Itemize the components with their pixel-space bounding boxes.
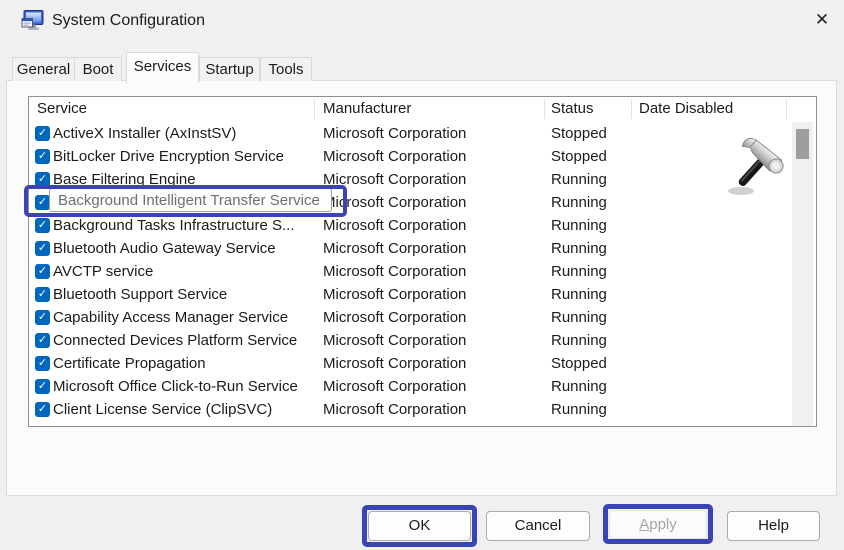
service-manufacturer: Microsoft Corporation (323, 145, 543, 168)
service-status: Running (551, 237, 636, 260)
table-row[interactable]: ✓ Client License Service (ClipSVC) Micro… (29, 398, 789, 421)
checked-checkbox-icon[interactable]: ✓ (35, 356, 50, 371)
ok-button[interactable]: OK (368, 511, 471, 541)
checked-checkbox-icon[interactable]: ✓ (35, 218, 50, 233)
window-title: System Configuration (52, 12, 205, 30)
service-name: Bluetooth Audio Gateway Service (53, 237, 319, 260)
service-status: Stopped (551, 122, 636, 145)
service-name: Client License Service (ClipSVC) (53, 398, 319, 421)
column-divider[interactable] (631, 99, 632, 119)
tab-general[interactable]: General (12, 57, 75, 81)
hammer-cursor-icon (727, 138, 791, 202)
service-manufacturer: Microsoft Corporation (323, 352, 543, 375)
column-divider[interactable] (314, 99, 315, 119)
service-status: Running (551, 375, 636, 398)
service-manufacturer: Microsoft Corporation (323, 260, 543, 283)
tab-startup[interactable]: Startup (199, 57, 260, 81)
checked-checkbox-icon[interactable]: ✓ (35, 149, 50, 164)
service-status: Running (551, 283, 636, 306)
column-header-status[interactable]: Status (551, 99, 594, 119)
msconfig-app-icon (21, 9, 45, 33)
service-status: Stopped (551, 145, 636, 168)
vertical-scrollbar[interactable] (792, 122, 813, 426)
table-row[interactable]: ✓ Capability Access Manager Service Micr… (29, 306, 789, 329)
cancel-button[interactable]: Cancel (486, 511, 590, 541)
services-table-header: Service Manufacturer Status Date Disable… (29, 97, 816, 121)
service-status: Running (551, 214, 636, 237)
service-status: Running (551, 329, 636, 352)
service-name: Background Tasks Infrastructure S... (53, 214, 319, 237)
checked-checkbox-icon[interactable]: ✓ (35, 287, 50, 302)
help-button[interactable]: Help (727, 511, 820, 541)
service-status: Stopped (551, 352, 636, 375)
checked-checkbox-icon[interactable]: ✓ (35, 195, 50, 210)
column-header-manufacturer[interactable]: Manufacturer (323, 99, 411, 119)
service-manufacturer: Microsoft Corporation (323, 122, 543, 145)
service-status: Running (551, 191, 636, 214)
service-manufacturer: Microsoft Corporation (323, 398, 543, 421)
service-manufacturer: Microsoft Corporation (323, 329, 543, 352)
column-header-date-disabled[interactable]: Date Disabled (639, 99, 733, 119)
column-header-service[interactable]: Service (37, 99, 87, 119)
service-name: Certificate Propagation (53, 352, 319, 375)
table-row[interactable]: ✓ Microsoft Office Click-to-Run Service … (29, 375, 789, 398)
tab-tools[interactable]: Tools (260, 57, 312, 81)
column-divider[interactable] (544, 99, 545, 119)
service-manufacturer: Microsoft Corporation (323, 306, 543, 329)
apply-button[interactable]: Apply (609, 510, 707, 539)
scrollbar-thumb[interactable] (796, 129, 809, 159)
service-name: BitLocker Drive Encryption Service (53, 145, 319, 168)
table-row[interactable]: ✓ ActiveX Installer (AxInstSV) Microsoft… (29, 122, 789, 145)
table-row[interactable]: ✓ Bluetooth Support Service Microsoft Co… (29, 283, 789, 306)
table-row[interactable]: ✓ AVCTP service Microsoft Corporation Ru… (29, 260, 789, 283)
system-configuration-dialog: System Configuration ✕ General Boot Serv… (0, 0, 844, 550)
checked-checkbox-icon[interactable]: ✓ (35, 310, 50, 325)
service-status: Running (551, 306, 636, 329)
service-status: Running (551, 398, 636, 421)
table-row[interactable]: ✓ Certificate Propagation Microsoft Corp… (29, 352, 789, 375)
column-divider[interactable] (786, 99, 787, 119)
close-icon[interactable]: ✕ (806, 5, 838, 35)
service-status: Running (551, 168, 636, 191)
tab-boot[interactable]: Boot (74, 57, 122, 81)
table-row[interactable]: ✓ BitLocker Drive Encryption Service Mic… (29, 145, 789, 168)
service-name: Connected Devices Platform Service (53, 329, 319, 352)
service-manufacturer: Microsoft Corporation (323, 168, 543, 191)
services-table: Service Manufacturer Status Date Disable… (28, 96, 817, 427)
service-manufacturer: Microsoft Corporation (323, 191, 543, 214)
service-name: Capability Access Manager Service (53, 306, 319, 329)
service-name: Microsoft Office Click-to-Run Service (53, 375, 319, 398)
checked-checkbox-icon[interactable]: ✓ (35, 264, 50, 279)
table-row[interactable]: ✓ Connected Devices Platform Service Mic… (29, 329, 789, 352)
tab-services[interactable]: Services (126, 52, 199, 83)
service-manufacturer: Microsoft Corporation (323, 375, 543, 398)
service-manufacturer: Microsoft Corporation (323, 214, 543, 237)
service-status: Running (551, 260, 636, 283)
service-manufacturer: Microsoft Corporation (323, 283, 543, 306)
checked-checkbox-icon[interactable]: ✓ (35, 333, 50, 348)
service-name: AVCTP service (53, 260, 319, 283)
checked-checkbox-icon[interactable]: ✓ (35, 172, 50, 187)
table-row[interactable]: ✓ Bluetooth Audio Gateway Service Micros… (29, 237, 789, 260)
service-name-tooltip: Background Intelligent Transfer Service (49, 188, 332, 212)
table-row[interactable]: ✓ Background Tasks Infrastructure S... M… (29, 214, 789, 237)
checked-checkbox-icon[interactable]: ✓ (35, 379, 50, 394)
service-name: ActiveX Installer (AxInstSV) (53, 122, 319, 145)
service-manufacturer: Microsoft Corporation (323, 237, 543, 260)
service-name: Bluetooth Support Service (53, 283, 319, 306)
checked-checkbox-icon[interactable]: ✓ (35, 402, 50, 417)
checked-checkbox-icon[interactable]: ✓ (35, 126, 50, 141)
checked-checkbox-icon[interactable]: ✓ (35, 241, 50, 256)
